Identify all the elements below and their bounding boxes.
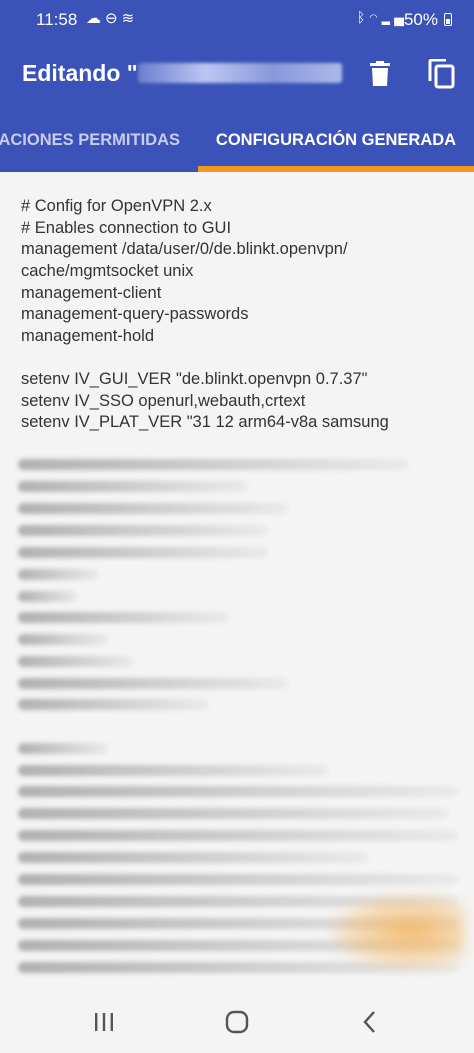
- tab-allowed-apps[interactable]: ACIONES PERMITIDAS: [0, 108, 198, 172]
- app-bar: Editando ": [0, 38, 474, 108]
- config-line: setenv IV_PLAT_VER "31 12 arm64-v8a sams…: [21, 413, 389, 431]
- copy-button[interactable]: [422, 54, 462, 94]
- redacted-line: [18, 612, 228, 623]
- redacted-line: [18, 830, 458, 841]
- tab-bar: ACIONES PERMITIDAS CONFIGURACIÓN GENERAD…: [0, 108, 474, 172]
- wavy-icon: ≋: [121, 10, 139, 27]
- status-time: 11:58: [36, 10, 78, 29]
- redacted-profile-name: [138, 63, 342, 83]
- redacted-line: [18, 634, 108, 645]
- config-line: management-hold: [21, 327, 154, 345]
- home-icon: [225, 1010, 249, 1034]
- config-line: # Enables connection to GUI: [21, 219, 232, 237]
- page-title: Editando ": [22, 60, 138, 86]
- config-line: management /data/user/0/de.blinkt.openvp…: [21, 240, 348, 258]
- delete-icon: [370, 61, 390, 86]
- config-line: setenv IV_SSO openurl,webauth,crtext: [21, 392, 306, 410]
- battery-level: 50%: [403, 10, 438, 29]
- wifi-icon: ◠: [369, 9, 382, 25]
- bluetooth-icon: ᛒ: [356, 9, 370, 25]
- redacted-line: [18, 852, 368, 863]
- redacted-line: [18, 591, 78, 602]
- redacted-highlight: [330, 894, 465, 970]
- status-bar: 11:58 ☁⊖≋ ᛒ◠▂▄ 50%: [0, 0, 474, 38]
- battery-icon: [444, 13, 452, 26]
- redacted-line: [18, 525, 268, 536]
- recents-button[interactable]: [76, 998, 132, 1046]
- navigation-bar: [0, 990, 474, 1053]
- config-line: setenv IV_GUI_VER "de.blinkt.openvpn 0.7…: [21, 370, 368, 388]
- redacted-line: [18, 765, 328, 776]
- status-left-icons: ☁⊖≋: [86, 9, 138, 27]
- redacted-line: [18, 743, 108, 754]
- redacted-line: [18, 459, 408, 470]
- redacted-line: [18, 808, 448, 819]
- delete-button[interactable]: [360, 54, 400, 94]
- back-button[interactable]: [342, 998, 398, 1046]
- recents-icon: [95, 1013, 113, 1031]
- redacted-line: [18, 874, 458, 885]
- redacted-line: [18, 569, 98, 580]
- redacted-line: [18, 678, 288, 689]
- config-content[interactable]: # Config for OpenVPN 2.x # Enables conne…: [0, 172, 474, 990]
- redacted-line: [18, 481, 248, 492]
- redacted-line: [18, 503, 288, 514]
- status-right-icons: ᛒ◠▂▄: [357, 9, 408, 25]
- home-button[interactable]: [209, 998, 265, 1046]
- config-line: cache/mgmtsocket unix: [21, 262, 194, 280]
- tab-generated-config[interactable]: CONFIGURACIÓN GENERADA: [198, 108, 474, 172]
- redacted-line: [18, 699, 208, 710]
- tab-allowed-apps-label: ACIONES PERMITIDAS: [0, 131, 180, 149]
- redacted-line: [18, 786, 458, 797]
- config-line: management-query-passwords: [21, 305, 249, 323]
- config-line: # Config for OpenVPN 2.x: [21, 197, 212, 215]
- copy-icon: [428, 59, 455, 89]
- redacted-line: [18, 547, 268, 558]
- tab-generated-config-label: CONFIGURACIÓN GENERADA: [215, 131, 457, 149]
- back-icon: [363, 1011, 375, 1033]
- do-not-disturb-icon: ⊖: [105, 10, 122, 27]
- redacted-line: [18, 656, 133, 667]
- cloud-sync-icon: ☁: [86, 10, 105, 27]
- config-line: management-client: [21, 284, 162, 302]
